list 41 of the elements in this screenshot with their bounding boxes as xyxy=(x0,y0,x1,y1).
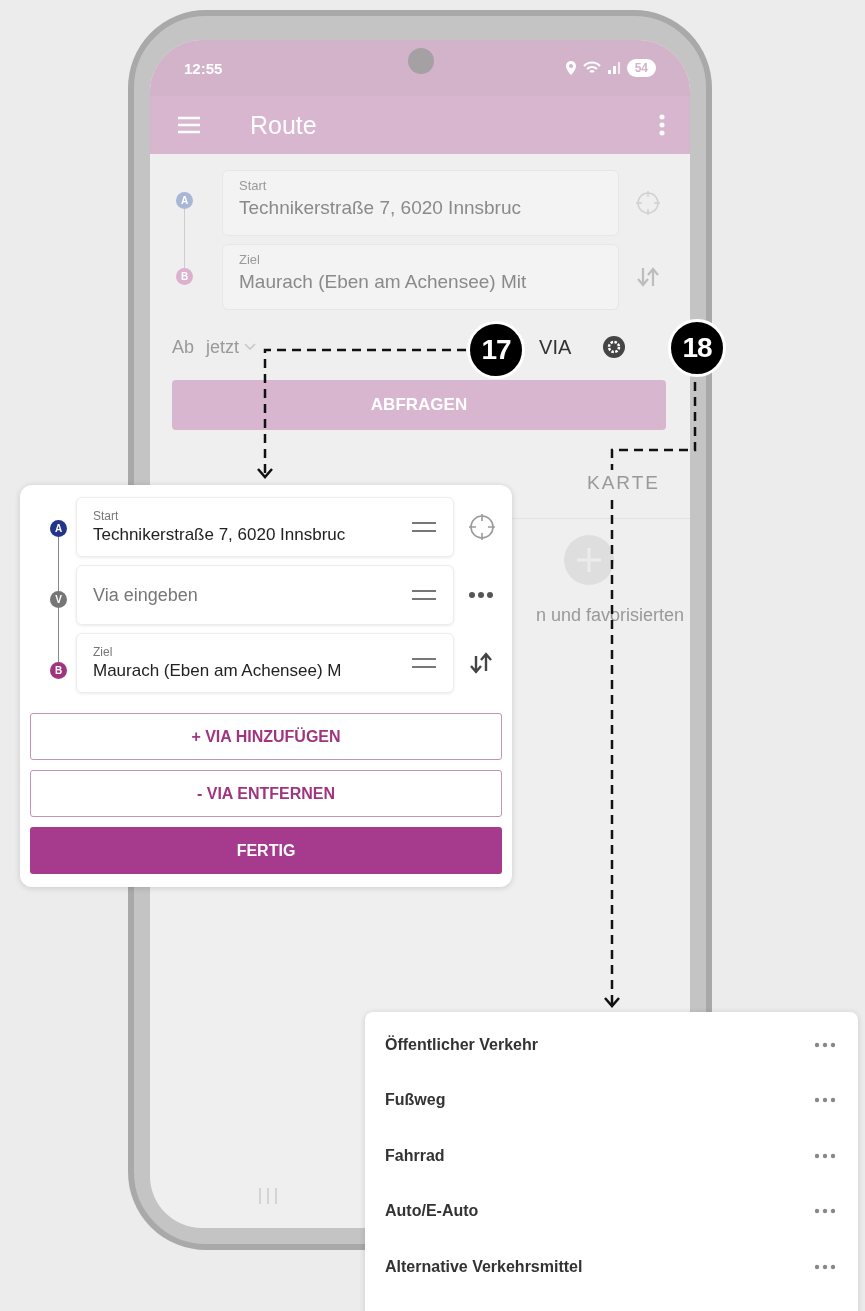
empty-hint-text: n und favorisierten xyxy=(535,605,684,626)
via-button[interactable]: VIA xyxy=(539,335,572,359)
stop-marker: B xyxy=(176,268,193,285)
drag-handle-icon[interactable] xyxy=(411,589,437,601)
stop-marker: B xyxy=(50,662,67,679)
more-icon[interactable] xyxy=(814,1041,836,1048)
menu-item[interactable]: Auto/E-Auto xyxy=(385,1202,479,1221)
swap-icon[interactable] xyxy=(468,652,494,674)
more-icon[interactable] xyxy=(814,1152,836,1159)
departure-label: Ab xyxy=(172,336,195,358)
menu-icon[interactable] xyxy=(176,115,202,135)
battery-level: 54 xyxy=(626,59,656,77)
more-icon[interactable] xyxy=(468,591,494,599)
status-time: 12:55 xyxy=(184,59,223,77)
more-icon[interactable] xyxy=(814,1263,836,1270)
signal-icon xyxy=(606,61,621,75)
menu-item[interactable]: Öffentlicher Verkehr xyxy=(385,1035,538,1054)
camera-dot xyxy=(408,48,434,74)
more-icon[interactable] xyxy=(814,1208,836,1215)
via-input-field[interactable]: Via eingeben xyxy=(93,584,253,606)
drag-handle-icon[interactable] xyxy=(411,521,437,533)
wifi-icon xyxy=(582,61,601,75)
location-icon xyxy=(564,60,577,76)
menu-item[interactable]: Fußweg xyxy=(385,1091,446,1110)
add-button[interactable] xyxy=(564,535,614,585)
stop-field[interactable]: Start Technikerstraße 7, 6020 Innsbruc xyxy=(76,497,454,557)
settings-icon[interactable] xyxy=(602,335,627,359)
menu-item[interactable]: Fahrrad xyxy=(385,1146,445,1165)
crosshair-icon[interactable] xyxy=(468,513,496,541)
stop-field[interactable]: Ziel Maurach (Eben am Achensee) M xyxy=(76,633,454,693)
stop-marker: A xyxy=(50,520,67,537)
popup-button[interactable]: - VIA ENTFERNEN xyxy=(30,770,502,817)
popup-button[interactable]: + VIA HINZUFÜGEN xyxy=(30,713,502,760)
app-title: Route xyxy=(250,110,317,140)
stop-marker: V xyxy=(50,591,67,608)
menu-item[interactable]: Alternative Verkehrsmittel xyxy=(385,1257,583,1276)
caret-icon xyxy=(243,342,258,352)
drag-handle-icon[interactable] xyxy=(411,657,437,669)
more-icon[interactable] xyxy=(814,1097,836,1104)
popup-button[interactable]: FERTIG xyxy=(30,827,502,874)
stop-marker: A xyxy=(176,192,193,209)
